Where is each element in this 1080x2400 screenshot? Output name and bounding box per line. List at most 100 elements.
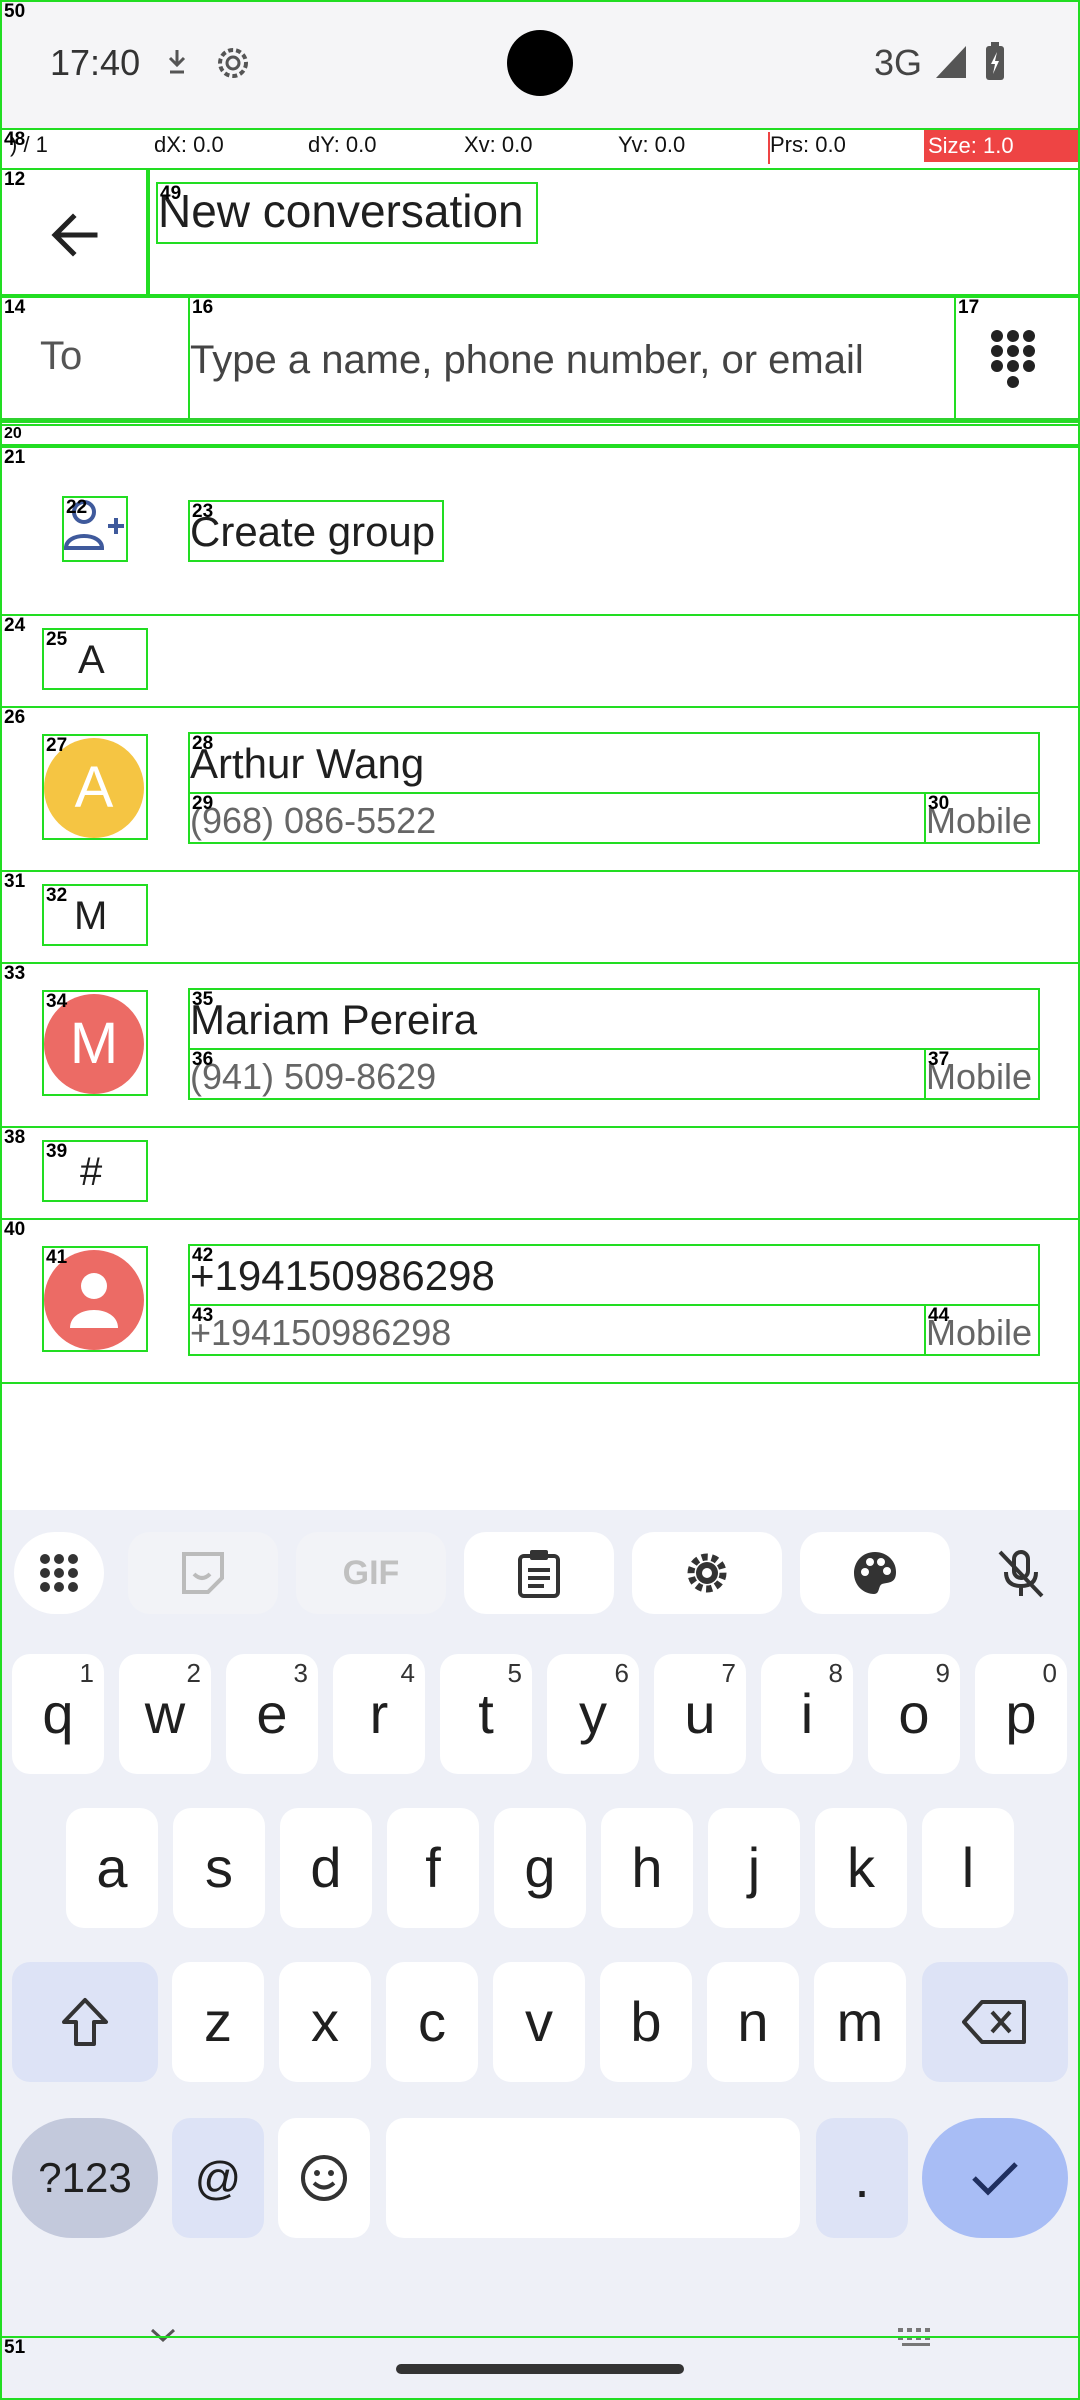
key-j[interactable]: j <box>708 1808 800 1928</box>
gif-button[interactable]: GIF <box>296 1532 446 1614</box>
contact-phone-type: Mobile <box>926 1312 1033 1353</box>
key-m[interactable]: m <box>814 1962 906 2082</box>
sticker-icon <box>182 1552 224 1594</box>
key-e[interactable]: e3 <box>226 1654 318 1774</box>
keyboard-settings-button[interactable] <box>632 1532 782 1614</box>
arrow-back-icon <box>51 213 98 257</box>
key-x[interactable]: x <box>279 1962 371 2082</box>
key-y[interactable]: y6 <box>547 1654 639 1774</box>
contact-phone: (941) 509-8629 <box>190 1056 437 1097</box>
key-p[interactable]: p0 <box>975 1654 1067 1774</box>
key-label: k <box>847 1836 875 1899</box>
key-hint: 2 <box>186 1658 201 1688</box>
key-w[interactable]: w2 <box>119 1654 211 1774</box>
pointer-dy: dY: 0.0 <box>308 132 377 157</box>
key-d[interactable]: d <box>280 1808 372 1928</box>
clipboard-button[interactable] <box>464 1532 614 1614</box>
key-l[interactable]: l <box>922 1808 1014 1928</box>
at-key[interactable]: @ <box>172 2118 264 2238</box>
dialpad-button[interactable] <box>954 300 1074 418</box>
symbols-key[interactable]: ?123 <box>12 2118 158 2238</box>
contact-name: Mariam Pereira <box>190 996 478 1043</box>
key-i[interactable]: i8 <box>761 1654 853 1774</box>
settings-icon <box>687 1553 727 1593</box>
overlay-label: 24 <box>4 615 26 636</box>
pointer-size: Size: 1.0 <box>924 130 1080 162</box>
key-k[interactable]: k <box>815 1808 907 1928</box>
apps-grid-icon <box>40 1554 78 1592</box>
overlay-box-38: 38 <box>0 1126 1080 1220</box>
overlay-label: 32 <box>46 885 68 906</box>
space-key[interactable] <box>386 2118 800 2238</box>
overlay-box-31: 31 <box>0 870 1080 964</box>
key-hint: 0 <box>1042 1658 1057 1688</box>
contact-row-number[interactable]: +194150986298 +194150986298 Mobile <box>0 1220 1080 1382</box>
key-b[interactable]: b <box>600 1962 692 2082</box>
enter-key[interactable] <box>922 2118 1068 2238</box>
key-label: z <box>204 1990 232 2053</box>
key-s[interactable]: s <box>173 1808 265 1928</box>
pointer-yv: Yv: 0.0 <box>618 132 686 157</box>
backspace-icon <box>962 2000 1026 2044</box>
settings-status-icon <box>218 48 248 78</box>
key-q[interactable]: q1 <box>12 1654 104 1774</box>
keyboard-switch-icon[interactable] <box>896 2326 938 2348</box>
key-f[interactable]: f <box>387 1808 479 1928</box>
contact-phone-type: Mobile <box>926 1056 1033 1097</box>
key-r[interactable]: r4 <box>333 1654 425 1774</box>
key-hint: 8 <box>828 1658 843 1688</box>
key-c[interactable]: c <box>386 1962 478 2082</box>
gesture-handle[interactable] <box>396 2364 684 2374</box>
key-label: r <box>369 1682 389 1745</box>
key-z[interactable]: z <box>172 1962 264 2082</box>
palette-icon <box>854 1552 896 1594</box>
contact-row-arthur[interactable]: A Arthur Wang (968) 086-5522 Mobile <box>0 708 1080 870</box>
key-n[interactable]: n <box>707 1962 799 2082</box>
dialpad-icon <box>991 330 1035 388</box>
key-label: g <box>524 1836 556 1899</box>
pointer-dx: dX: 0.0 <box>154 132 224 157</box>
back-button[interactable] <box>20 180 130 290</box>
create-group-row[interactable]: Create group <box>0 446 1080 614</box>
recipient-input[interactable] <box>190 330 950 390</box>
key-label: m <box>836 1990 884 2053</box>
avatar: A <box>44 738 144 838</box>
key-label: u <box>684 1682 716 1745</box>
section-header-a: A <box>78 638 105 682</box>
key-label: a <box>96 1836 128 1899</box>
avatar <box>44 1250 144 1350</box>
key-label: f <box>425 1836 441 1899</box>
status-time: 17:40 <box>50 42 141 83</box>
apps-grid-button[interactable] <box>14 1532 104 1614</box>
contact-row-mariam[interactable]: M Mariam Pereira (941) 509-8629 Mobile <box>0 964 1080 1126</box>
key-v[interactable]: v <box>493 1962 585 2082</box>
download-icon <box>168 50 186 74</box>
key-h[interactable]: h <box>601 1808 693 1928</box>
overlay-label: 38 <box>4 1127 26 1148</box>
pressure-bar <box>768 132 770 164</box>
key-o[interactable]: o9 <box>868 1654 960 1774</box>
key-t[interactable]: t5 <box>440 1654 532 1774</box>
hide-keyboard-icon[interactable] <box>148 2326 178 2346</box>
period-key[interactable]: . <box>816 2118 908 2238</box>
key-label: n <box>737 1990 769 2053</box>
backspace-key[interactable] <box>922 1962 1068 2082</box>
key-hint: 1 <box>79 1658 94 1688</box>
shift-key[interactable] <box>12 1962 158 2082</box>
key-g[interactable]: g <box>494 1808 586 1928</box>
sticker-button[interactable] <box>128 1532 278 1614</box>
voice-input-button[interactable] <box>976 1532 1066 1614</box>
check-icon <box>972 2162 1018 2196</box>
contact-phone-type: Mobile <box>926 800 1033 841</box>
key-a[interactable]: a <box>66 1808 158 1928</box>
pointer-prs: Prs: 0.0 <box>770 132 846 157</box>
emoji-icon <box>301 2155 347 2201</box>
emoji-key[interactable] <box>278 2118 370 2238</box>
theme-button[interactable] <box>800 1532 950 1614</box>
create-group-label: Create group <box>190 508 436 555</box>
key-label: e <box>256 1682 288 1745</box>
key-label: d <box>310 1836 342 1899</box>
key-hint: 6 <box>614 1658 629 1688</box>
key-label: p <box>1005 1682 1037 1745</box>
key-u[interactable]: u7 <box>654 1654 746 1774</box>
